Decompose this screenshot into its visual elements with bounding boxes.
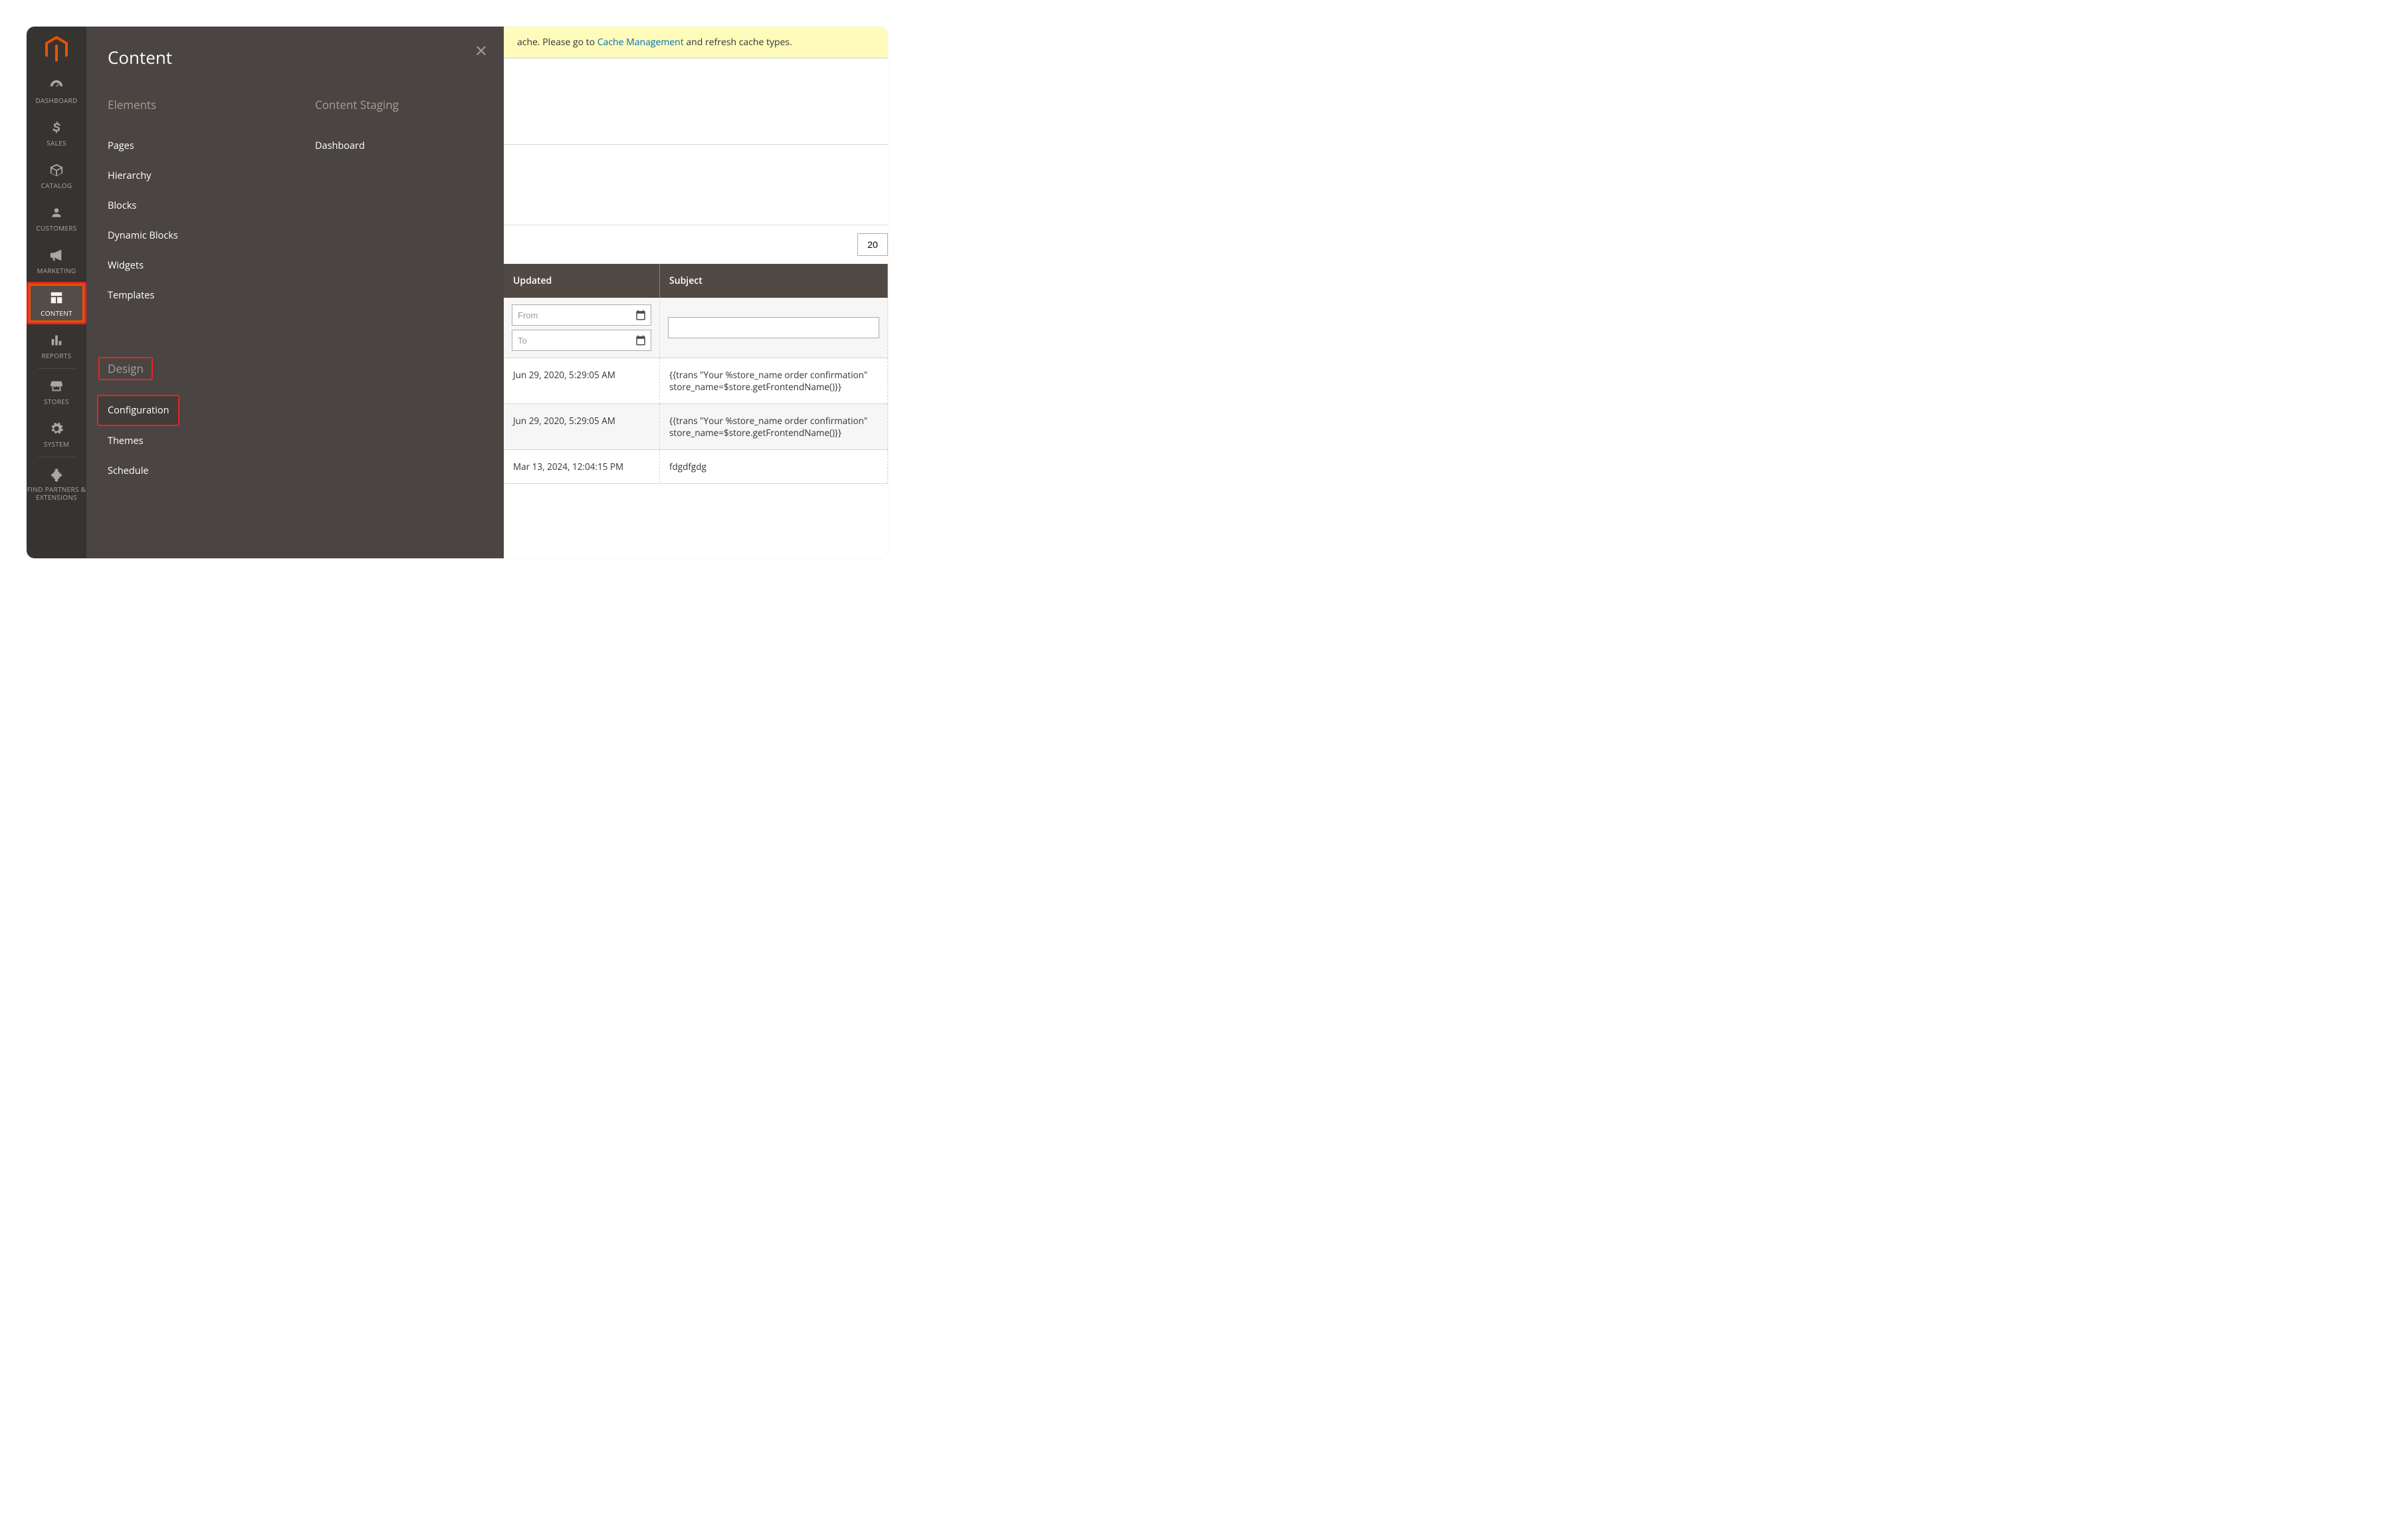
grid-table: Updated Subject xyxy=(504,264,888,484)
flyout-link-configuration[interactable]: Configuration xyxy=(97,395,179,426)
nav-dashboard[interactable]: DASHBOARD xyxy=(27,69,86,112)
notice-text: and refresh cache types. xyxy=(684,36,792,49)
nav-label: DASHBOARD xyxy=(27,96,86,105)
dollar-icon xyxy=(27,120,86,136)
nav-stores[interactable]: STORES xyxy=(27,370,86,413)
admin-sidebar: DASHBOARD SALES CATALOG CUSTOMERS MARKET… xyxy=(27,27,86,558)
cell-subject: fdgdfgdg xyxy=(660,450,888,484)
cell-subject: {{trans "Your %store_name order confirma… xyxy=(660,404,888,450)
box-icon xyxy=(27,162,86,178)
flyout-title: Content xyxy=(108,45,483,69)
store-icon xyxy=(27,378,86,394)
nav-catalog[interactable]: CATALOG xyxy=(27,154,86,197)
pager xyxy=(504,225,888,264)
nav-label: STORES xyxy=(27,397,86,406)
filter-subject-input[interactable] xyxy=(668,317,879,338)
chart-icon xyxy=(27,332,86,348)
main-content: ache. Please go to Cache Management and … xyxy=(504,27,888,484)
nav-label: CONTENT xyxy=(29,308,84,318)
nav-sales[interactable]: SALES xyxy=(27,112,86,154)
date-from-input[interactable] xyxy=(518,310,635,320)
page-size-input[interactable] xyxy=(857,233,888,256)
notice-text: ache. Please go to xyxy=(517,36,597,49)
cell-updated: Mar 13, 2024, 12:04:15 PM xyxy=(504,450,660,484)
flyout-link-blocks[interactable]: Blocks xyxy=(108,191,275,221)
nav-label: SALES xyxy=(27,138,86,148)
flyout-link-dynamic-blocks[interactable]: Dynamic Blocks xyxy=(108,221,275,251)
content-flyout: Content ✕ Elements Pages Hierarchy Block… xyxy=(86,27,504,558)
nav-content[interactable]: CONTENT xyxy=(27,282,86,324)
cell-updated: Jun 29, 2020, 5:29:05 AM xyxy=(504,404,660,450)
col-subject[interactable]: Subject xyxy=(660,264,888,298)
design-heading: Design xyxy=(98,357,153,380)
flyout-link-hierarchy[interactable]: Hierarchy xyxy=(108,161,275,191)
nav-label: MARKETING xyxy=(27,266,86,275)
gauge-icon xyxy=(27,77,86,93)
nav-customers[interactable]: CUSTOMERS xyxy=(27,197,86,239)
magento-logo[interactable] xyxy=(45,27,68,69)
flyout-link-templates[interactable]: Templates xyxy=(108,280,275,310)
flyout-link-widgets[interactable]: Widgets xyxy=(108,251,275,280)
calendar-icon[interactable] xyxy=(635,334,647,346)
cache-management-link[interactable]: Cache Management xyxy=(597,36,684,49)
nav-system[interactable]: SYSTEM xyxy=(27,413,86,455)
nav-label: CATALOG xyxy=(27,181,86,190)
nav-partners[interactable]: FIND PARTNERS & EXTENSIONS xyxy=(27,459,86,508)
filter-updated-to[interactable] xyxy=(512,330,651,351)
flyout-link-schedule[interactable]: Schedule xyxy=(108,456,275,486)
person-icon xyxy=(27,205,86,221)
date-to-input[interactable] xyxy=(518,336,635,346)
puzzle-icon xyxy=(27,467,86,483)
gear-icon xyxy=(27,421,86,437)
staging-heading: Content Staging xyxy=(315,97,399,112)
divider xyxy=(38,368,75,369)
cache-notice: ache. Please go to Cache Management and … xyxy=(504,27,888,58)
table-row[interactable]: Jun 29, 2020, 5:29:05 AM {{trans "Your %… xyxy=(504,404,888,450)
flyout-link-pages[interactable]: Pages xyxy=(108,131,275,161)
flyout-link-themes[interactable]: Themes xyxy=(108,426,275,456)
close-icon[interactable]: ✕ xyxy=(475,40,488,62)
megaphone-icon xyxy=(27,247,86,263)
flyout-link-staging-dashboard[interactable]: Dashboard xyxy=(315,131,483,161)
nav-label: FIND PARTNERS & EXTENSIONS xyxy=(27,485,86,501)
cell-updated: Jun 29, 2020, 5:29:05 AM xyxy=(504,358,660,404)
nav-reports[interactable]: REPORTS xyxy=(27,324,86,367)
elements-heading: Elements xyxy=(108,97,156,112)
nav-label: SYSTEM xyxy=(27,439,86,449)
table-row[interactable]: Jun 29, 2020, 5:29:05 AM {{trans "Your %… xyxy=(504,358,888,404)
filter-updated-from[interactable] xyxy=(512,304,651,326)
calendar-icon[interactable] xyxy=(635,309,647,321)
nav-marketing[interactable]: MARKETING xyxy=(27,239,86,282)
nav-label: CUSTOMERS xyxy=(27,223,86,233)
col-updated[interactable]: Updated xyxy=(504,264,660,298)
table-row[interactable]: Mar 13, 2024, 12:04:15 PM fdgdfgdg xyxy=(504,450,888,484)
layout-icon xyxy=(29,290,84,306)
nav-label: REPORTS xyxy=(27,351,86,360)
cell-subject: {{trans "Your %store_name order confirma… xyxy=(660,358,888,404)
